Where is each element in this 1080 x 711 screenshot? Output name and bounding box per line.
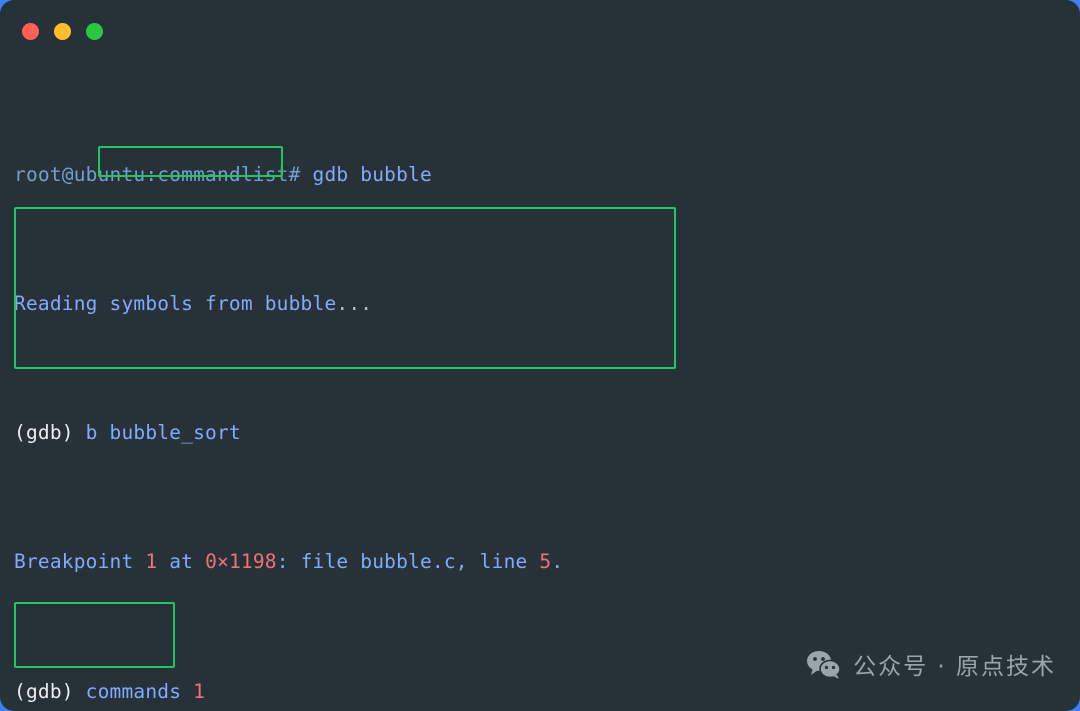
breakpoint-address: 0×1198 [205, 550, 277, 574]
breakpoint-number: 1 [145, 550, 158, 574]
period: . [551, 550, 564, 574]
terminal-line-reading-symbols: Reading symbols from bubble... [14, 288, 1066, 320]
at-label: at [157, 550, 206, 574]
terminal-window: root@ubuntu:commandlist# gdb bubble Read… [0, 0, 1080, 711]
command-break: b bubble_sort [85, 421, 241, 445]
reading-symbols-text: Reading symbols from bubble [14, 292, 337, 316]
watermark: 公众号 · 原点技术 [807, 647, 1056, 681]
watermark-text: 公众号 · 原点技术 [853, 654, 1056, 680]
minimize-button[interactable] [54, 22, 71, 40]
breakpoint-label: Breakpoint [14, 550, 146, 574]
ellipsis: ... [336, 292, 373, 316]
commands-breakpoint-number: 1 [193, 679, 206, 703]
wechat-icon [807, 650, 841, 679]
breakpoint-line-number: 5 [539, 550, 552, 574]
command-commands: commands [85, 679, 194, 703]
terminal-line-break-bubble-sort: (gdb) b bubble_sort [14, 417, 1066, 449]
shell-prompt: root@ubuntu:commandlist# [14, 162, 301, 186]
terminal-output[interactable]: root@ubuntu:commandlist# gdb bubble Read… [0, 62, 1080, 711]
command-gdb-bubble: gdb bubble [312, 162, 432, 186]
terminal-line-prompt-gdb-bubble: root@ubuntu:commandlist# gdb bubble [14, 159, 1066, 191]
maximize-button[interactable] [86, 22, 103, 40]
terminal-line-breakpoint-set: Breakpoint 1 at 0×1198: file bubble.c, l… [14, 546, 1066, 578]
file-label: : file bubble.c, line [276, 550, 540, 574]
close-button[interactable] [22, 22, 39, 40]
gdb-prompt: (gdb) [14, 679, 74, 703]
gdb-prompt: (gdb) [14, 421, 74, 445]
window-title-bar [0, 0, 1080, 62]
